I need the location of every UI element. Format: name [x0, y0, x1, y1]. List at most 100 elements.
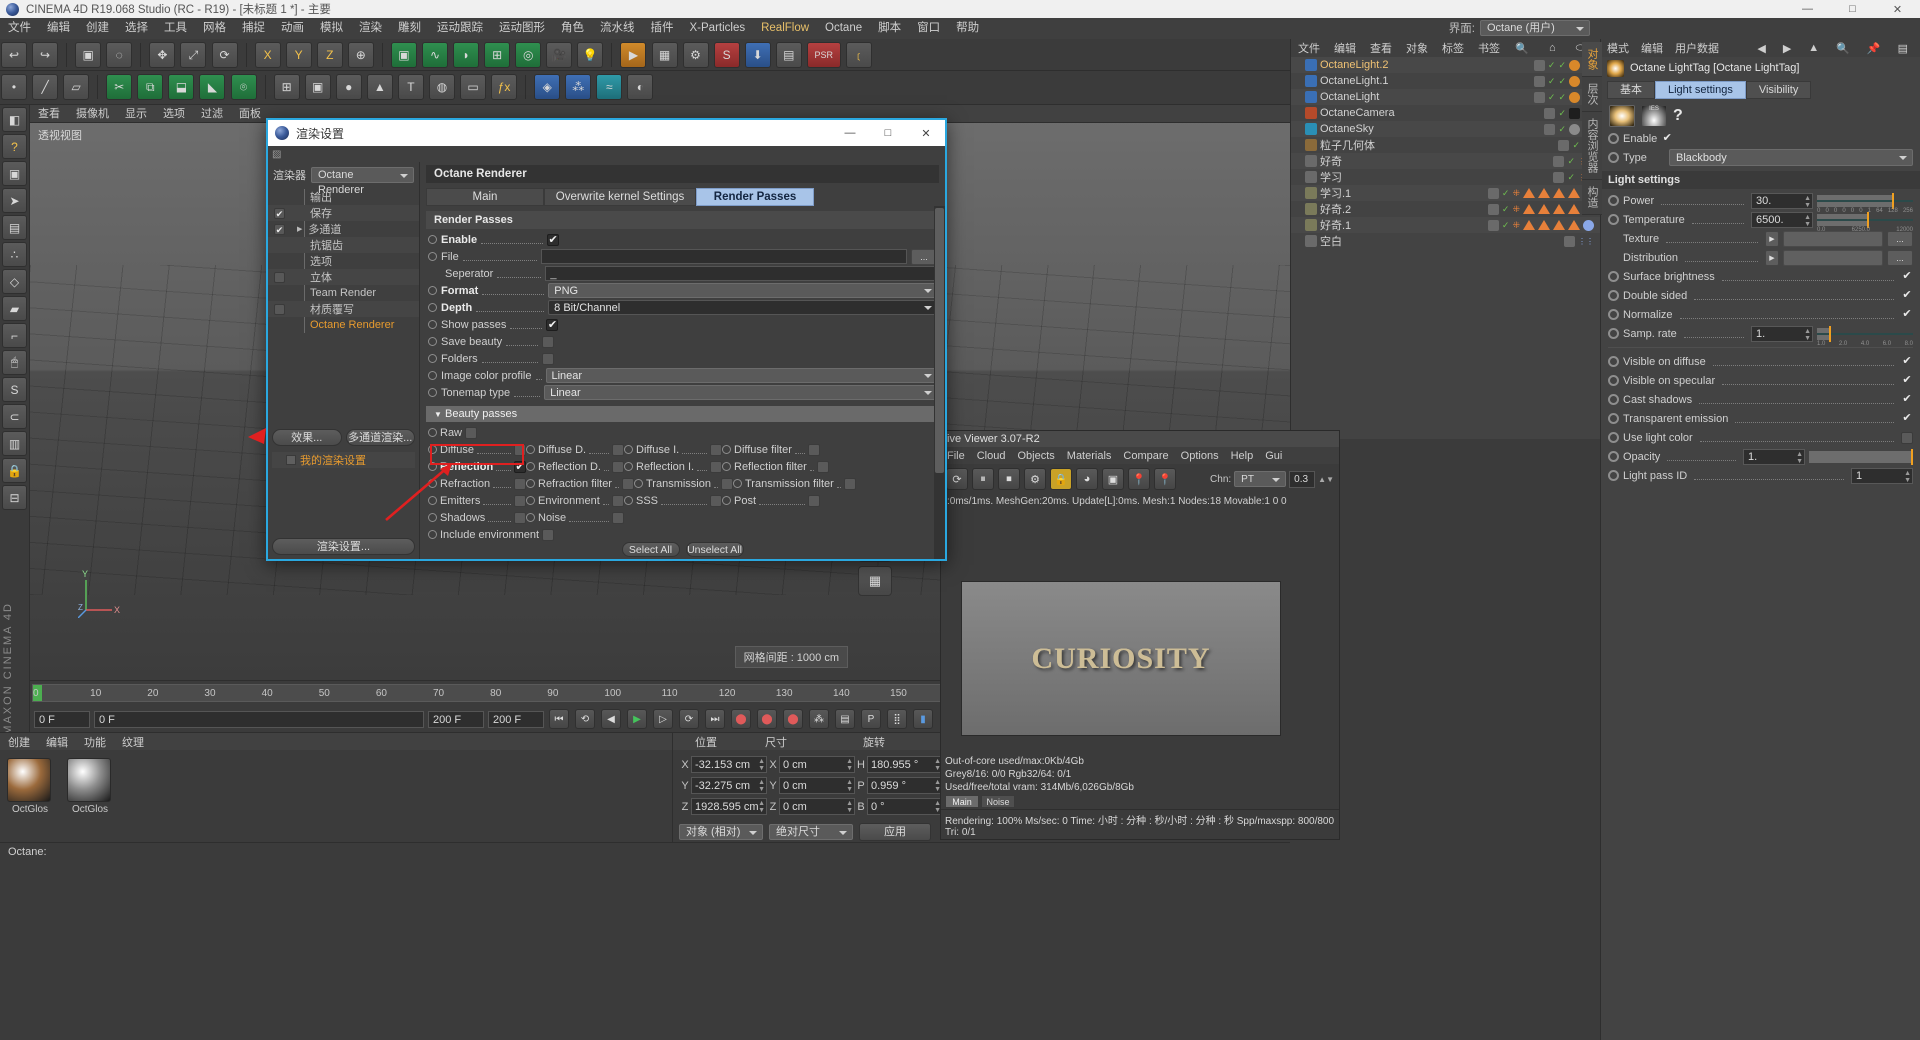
lock-icon[interactable]: 🔒	[2, 458, 27, 483]
menu-item-5[interactable]: 网格	[195, 18, 234, 39]
light-vis-row-2[interactable]: Cast shadows ✔	[1601, 390, 1920, 409]
light-row-7[interactable]: Samp. rate 1. ▲ ▼ 1.0 2.0 4.0 6.0 8.0	[1601, 324, 1920, 347]
tag-grid-icon[interactable]: ⁜	[1512, 188, 1520, 199]
tag-sky[interactable]	[1569, 123, 1580, 135]
pass-radio-icon[interactable]	[428, 513, 437, 522]
tree-label[interactable]: Team Render	[310, 287, 376, 299]
visibility-dot-icon[interactable]: ✓	[1558, 108, 1566, 119]
attr-type-row[interactable]: Type Blackbody	[1601, 148, 1920, 167]
tree-label[interactable]: 选项	[310, 253, 332, 269]
pass-checkbox[interactable]: ✔	[514, 443, 526, 456]
dialog-left-buttons[interactable]: 效果... 多通道渲染... 我的渲染设置 渲染设置...	[268, 425, 419, 559]
visibility-dot-icon[interactable]: ✓	[1572, 140, 1580, 151]
coord-position-field[interactable]: 1928.595 cm ▲ ▼	[691, 798, 767, 815]
pass-radio-icon[interactable]	[526, 479, 535, 488]
coord-size-field[interactable]: 0 cm ▲ ▼	[779, 777, 855, 794]
dialog-minimize-button[interactable]: —	[831, 120, 869, 146]
point-level-icon[interactable]: P	[861, 709, 881, 729]
render-passes-settings[interactable]: Enable ✔ File... Seperator _ Format PNG Depth 8 …	[420, 231, 945, 401]
pass-cell-0-3[interactable]: Diffuse filter ✔	[722, 441, 820, 458]
psr-icon[interactable]: PSR	[806, 42, 841, 68]
live-viewer-menu-4[interactable]: Compare	[1117, 450, 1174, 462]
tree-item-2[interactable]: ✔ ▶ 多通道	[268, 221, 419, 237]
menu-item-18[interactable]: Octane	[817, 18, 870, 39]
coord-apply-button[interactable]: 应用	[859, 823, 931, 841]
visibility-dot-icon[interactable]: ✓	[1567, 172, 1575, 183]
object-row[interactable]: OctaneLight ✓ ✓	[1291, 89, 1600, 105]
sphere-icon-2[interactable]: ●	[335, 74, 362, 100]
tag-triangle-icon[interactable]	[1553, 204, 1565, 214]
material-menu-1[interactable]: 编辑	[38, 734, 76, 750]
nav-up-icon[interactable]: ▲	[1802, 42, 1825, 55]
row-checkbox[interactable]: ✔	[1901, 431, 1913, 444]
renderer-combo[interactable]: Octane Renderer	[311, 167, 414, 196]
tag-octane[interactable]	[1533, 59, 1545, 71]
range-end-field[interactable]: 200 F	[488, 710, 544, 728]
light-row-0[interactable]: Power 30. ▲ ▼ 0 0 0 0 0 0 1 64 128 256	[1601, 191, 1920, 214]
pass-cell-3-2[interactable]: SSS ✔	[624, 492, 722, 509]
text-icon[interactable]: T	[397, 74, 424, 100]
passes-grid[interactable]: Raw✔Diffuse✔Diffuse D.✔Diffuse I.✔Diffus…	[420, 424, 945, 526]
key-pos-icon[interactable]: ⬤	[783, 709, 803, 729]
tree-checkbox[interactable]: ✔	[274, 223, 285, 235]
setting-checkbox[interactable]: ✔	[541, 352, 554, 365]
menu-item-11[interactable]: 运动跟踪	[429, 18, 491, 39]
render-tab-2[interactable]: Render Passes	[696, 188, 814, 206]
material-manager[interactable]: 创建 编辑 功能 纹理 OctGlos OctGlos	[0, 732, 672, 842]
size-stepper-icon[interactable]: ▲ ▼	[846, 800, 853, 814]
object-menu-2[interactable]: 对象	[1399, 40, 1435, 56]
coord-position-field[interactable]: -32.153 cm ▲ ▼	[691, 756, 767, 773]
viewport-menu-5[interactable]: 面板	[231, 108, 269, 120]
object-row[interactable]: OctaneCamera ✓	[1291, 105, 1600, 121]
render-dot-icon[interactable]: ✓	[1558, 92, 1566, 103]
menu-item-15[interactable]: 插件	[643, 18, 682, 39]
object-row[interactable]: 粒子几何体 ✓	[1291, 137, 1600, 153]
object-row[interactable]: OctaneLight.2 ✓ ✓	[1291, 57, 1600, 73]
tree-label[interactable]: 多通道	[308, 221, 341, 237]
pass-checkbox[interactable]: ✔	[514, 511, 526, 524]
pass-cell-3-3[interactable]: Post ✔	[722, 492, 820, 509]
help-mode-icon[interactable]: ?	[2, 134, 27, 159]
viewport-menu-0[interactable]: 查看	[30, 108, 68, 120]
type-radio-icon[interactable]	[1608, 152, 1619, 163]
light-extra-row-0[interactable]: Opacity 1. ▲ ▼	[1601, 447, 1920, 466]
menu-item-14[interactable]: 流水线	[592, 18, 643, 39]
tag-triangle-icon[interactable]	[1523, 220, 1535, 230]
rp-setting-9[interactable]: Tonemap type Linear	[420, 384, 945, 401]
include-environment-row[interactable]: Include environment ✔	[420, 526, 945, 543]
live-viewer-menubar[interactable]: File Cloud Objects Materials Compare Options H…	[941, 447, 1339, 464]
pass-checkbox[interactable]: ✔	[612, 511, 624, 524]
material-item[interactable]: OctGlos	[7, 758, 53, 815]
attribute-menu-2[interactable]: 模式	[1601, 40, 1635, 56]
setting-radio-icon[interactable]	[428, 354, 437, 363]
dialog-scrollbar-thumb[interactable]	[935, 208, 944, 473]
row-value-field[interactable]: 30. ▲ ▼	[1751, 192, 1813, 209]
row-value-field[interactable]: 1 ▲ ▼	[1851, 467, 1913, 484]
light-preset-icon[interactable]	[1609, 105, 1635, 127]
record-icon[interactable]: ⬤	[731, 709, 751, 729]
object-row[interactable]: OctaneSky ✓	[1291, 121, 1600, 137]
tree-label[interactable]: 抗锯齿	[310, 237, 343, 253]
pass-checkbox[interactable]: ✔	[710, 460, 722, 473]
object-row[interactable]: 学习.1 ✓ ⁜	[1291, 185, 1600, 201]
octane-download-icon[interactable]: ⬇	[744, 42, 771, 68]
tag-triangle-icon[interactable]	[1553, 188, 1565, 198]
setting-radio-icon[interactable]	[428, 371, 437, 380]
pass-radio-icon[interactable]	[624, 462, 633, 471]
rp-setting-0[interactable]: Enable ✔	[420, 231, 945, 248]
bridge-icon[interactable]: ⧉	[137, 74, 164, 100]
row-radio-icon[interactable]	[1608, 375, 1619, 386]
dialog-menubar[interactable]: ▨	[268, 146, 945, 162]
pin2-icon[interactable]: 📍	[1154, 468, 1176, 490]
visibility-dot-icon[interactable]: ✓	[1548, 76, 1556, 87]
row-value-field[interactable]: 1. ▲ ▼	[1743, 448, 1805, 465]
tag-cam[interactable]	[1569, 107, 1580, 119]
render-settings-dialog[interactable]: 渲染设置 — □ ✕ ▨ 渲染器 Octane Renderer 输出 ✔ 保存 ✔ ▶…	[266, 118, 947, 561]
poly-mode-left-icon[interactable]: ▰	[2, 296, 27, 321]
row-stepper-icon[interactable]: ▲ ▼	[1804, 214, 1811, 228]
row-stepper-icon[interactable]: ▲ ▼	[1804, 328, 1811, 342]
dynamics-icon[interactable]: ≈	[596, 74, 623, 100]
select-icon[interactable]: ▣	[75, 42, 102, 68]
size-stepper-icon[interactable]: ▲ ▼	[846, 779, 853, 793]
rp-setting-4[interactable]: Depth 8 Bit/Channel	[420, 299, 945, 316]
